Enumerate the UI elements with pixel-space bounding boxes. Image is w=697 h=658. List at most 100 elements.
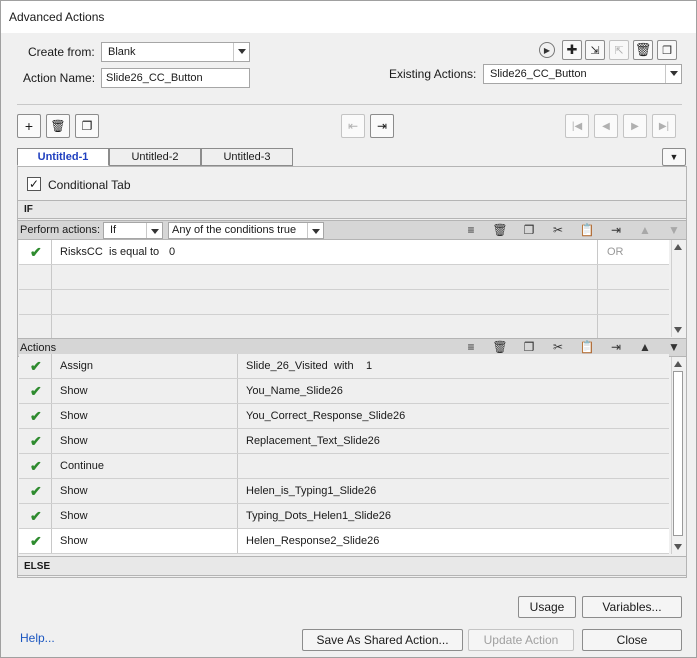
variables-button[interactable]: Variables... bbox=[582, 596, 682, 618]
condition-row[interactable] bbox=[19, 265, 669, 290]
action-row[interactable]: ✔ Show Helen_Response2_Slide26 bbox=[19, 529, 669, 554]
add-action-icon[interactable]: ✚ bbox=[562, 40, 582, 60]
scroll-thumb[interactable] bbox=[673, 371, 683, 536]
conditions-scrollbar[interactable] bbox=[671, 240, 684, 337]
save-shared-action-button[interactable]: Save As Shared Action... bbox=[302, 629, 463, 651]
paste-icon[interactable]: 📋 bbox=[579, 222, 595, 238]
move-left-icon[interactable]: ⇤ bbox=[341, 114, 365, 138]
action-type[interactable]: Continue bbox=[60, 460, 104, 472]
move-up-icon[interactable]: ▲ bbox=[637, 222, 653, 238]
condition-operator[interactable]: is equal to bbox=[109, 246, 159, 258]
action-type[interactable]: Show bbox=[60, 435, 88, 447]
usage-button[interactable]: Usage bbox=[518, 596, 576, 618]
scroll-up-icon[interactable] bbox=[674, 361, 682, 367]
else-label: ELSE bbox=[24, 561, 51, 572]
action-row[interactable]: ✔ Show Typing_Dots_Helen1_Slide26 bbox=[19, 504, 669, 529]
preview-play-icon[interactable]: ▶ bbox=[539, 42, 555, 58]
insert-below-icon[interactable]: ⇥ bbox=[608, 222, 624, 238]
delete-row-icon[interactable]: 🗑 bbox=[492, 339, 508, 355]
import-icon[interactable]: ⇲ bbox=[585, 40, 605, 60]
perform-if-select[interactable]: If bbox=[103, 222, 163, 239]
row-check-cell bbox=[19, 290, 52, 314]
create-from-value: Blank bbox=[108, 46, 136, 58]
tab-untitled-1[interactable]: Untitled-1 bbox=[17, 148, 109, 166]
chevron-down-icon bbox=[233, 43, 249, 61]
scroll-down-icon[interactable] bbox=[674, 544, 682, 550]
actions-scrollbar[interactable] bbox=[671, 357, 684, 554]
action-type-cell: Show bbox=[52, 429, 238, 453]
help-link[interactable]: Help... bbox=[20, 631, 55, 645]
move-right-icon[interactable]: ⇥ bbox=[370, 114, 394, 138]
else-section-header[interactable]: ELSE bbox=[17, 556, 687, 576]
conditional-checkbox[interactable]: ✓ bbox=[27, 177, 41, 191]
update-action-button[interactable]: Update Action bbox=[468, 629, 574, 651]
action-row[interactable]: ✔ Show Replacement_Text_Slide26 bbox=[19, 429, 669, 454]
copy-row-icon[interactable]: ❐ bbox=[521, 222, 537, 238]
first-tab-icon[interactable]: |◀ bbox=[565, 114, 589, 138]
row-check-cell: ✔ bbox=[19, 454, 52, 478]
last-tab-icon[interactable]: ▶| bbox=[652, 114, 676, 138]
chevron-down-icon bbox=[665, 65, 681, 83]
copy-row-icon[interactable]: ❐ bbox=[521, 339, 537, 355]
add-tab-icon[interactable]: + bbox=[17, 114, 41, 138]
create-from-select[interactable]: Blank bbox=[101, 42, 250, 62]
insert-row-icon[interactable]: ≡ bbox=[463, 339, 479, 355]
tab-untitled-2[interactable]: Untitled-2 bbox=[109, 148, 201, 166]
action-target[interactable]: You_Correct_Response_Slide26 bbox=[246, 410, 405, 422]
action-row[interactable]: ✔ Show Helen_is_Typing1_Slide26 bbox=[19, 479, 669, 504]
action-type[interactable]: Show bbox=[60, 510, 88, 522]
action-target[interactable]: Typing_Dots_Helen1_Slide26 bbox=[246, 510, 391, 522]
condition-variable[interactable]: RisksCC bbox=[60, 246, 103, 258]
action-type[interactable]: Show bbox=[60, 485, 88, 497]
condition-row[interactable] bbox=[19, 315, 669, 340]
condition-logic[interactable]: OR bbox=[607, 246, 624, 258]
cut-icon[interactable]: ✂ bbox=[550, 222, 566, 238]
close-button[interactable]: Close bbox=[582, 629, 682, 651]
scroll-down-icon[interactable] bbox=[674, 327, 682, 333]
row-check-cell: ✔ bbox=[19, 354, 52, 378]
action-row[interactable]: ✔ Assign Slide_26_Visited with 1 bbox=[19, 354, 669, 379]
export-icon[interactable]: ⇱ bbox=[609, 40, 629, 60]
delete-row-icon[interactable]: 🗑 bbox=[492, 222, 508, 238]
condition-value[interactable]: 0 bbox=[169, 246, 175, 258]
action-target[interactable]: You_Name_Slide26 bbox=[246, 385, 343, 397]
condition-row[interactable] bbox=[19, 290, 669, 315]
delete-tab-icon[interactable]: 🗑 bbox=[46, 114, 70, 138]
action-type[interactable]: Show bbox=[60, 535, 88, 547]
conditional-tab-label: Conditional Tab bbox=[48, 178, 131, 192]
move-down-icon[interactable]: ▼ bbox=[666, 222, 682, 238]
action-type-cell: Continue bbox=[52, 454, 238, 478]
action-value[interactable]: 1 bbox=[366, 360, 372, 372]
action-row[interactable]: ✔ Show You_Correct_Response_Slide26 bbox=[19, 404, 669, 429]
action-type[interactable]: Show bbox=[60, 385, 88, 397]
prev-tab-icon[interactable]: ◀ bbox=[594, 114, 618, 138]
scroll-up-icon[interactable] bbox=[674, 244, 682, 250]
action-target[interactable]: Replacement_Text_Slide26 bbox=[246, 435, 380, 447]
actions-label: Actions bbox=[20, 342, 57, 354]
paste-icon[interactable]: 📋 bbox=[579, 339, 595, 355]
condition-mode-select[interactable]: Any of the conditions true bbox=[168, 222, 324, 239]
action-name-field[interactable]: Slide26_CC_Button bbox=[101, 68, 250, 88]
action-type-cell: Assign bbox=[52, 354, 238, 378]
delete-icon[interactable]: 🗑 bbox=[633, 40, 653, 60]
copy-tab-icon[interactable]: ❐ bbox=[75, 114, 99, 138]
tab-untitled-3[interactable]: Untitled-3 bbox=[201, 148, 293, 166]
action-target[interactable]: Slide_26_Visited bbox=[246, 360, 328, 372]
action-target[interactable]: Helen_is_Typing1_Slide26 bbox=[246, 485, 376, 497]
move-up-icon[interactable]: ▲ bbox=[637, 339, 653, 355]
existing-actions-select[interactable]: Slide26_CC_Button bbox=[483, 64, 682, 84]
action-row[interactable]: ✔ Continue bbox=[19, 454, 669, 479]
action-type-cell: Show bbox=[52, 529, 238, 553]
next-tab-icon[interactable]: ▶ bbox=[623, 114, 647, 138]
action-type[interactable]: Show bbox=[60, 410, 88, 422]
insert-below-icon[interactable]: ⇥ bbox=[608, 339, 624, 355]
cut-icon[interactable]: ✂ bbox=[550, 339, 566, 355]
action-row[interactable]: ✔ Show You_Name_Slide26 bbox=[19, 379, 669, 404]
move-down-icon[interactable]: ▼ bbox=[666, 339, 682, 355]
duplicate-icon[interactable]: ❐ bbox=[657, 40, 677, 60]
condition-row[interactable]: ✔ RisksCC is equal to 0 OR bbox=[19, 240, 669, 265]
tab-list-dropdown[interactable]: ▼ bbox=[662, 148, 686, 166]
action-type[interactable]: Assign bbox=[60, 360, 93, 372]
action-target[interactable]: Helen_Response2_Slide26 bbox=[246, 535, 379, 547]
insert-row-icon[interactable]: ≡ bbox=[463, 222, 479, 238]
